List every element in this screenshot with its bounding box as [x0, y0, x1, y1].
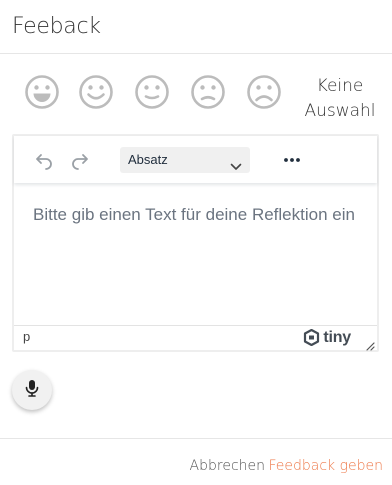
block-format-value: Absatz: [128, 152, 168, 167]
chevron-down-icon: [230, 155, 242, 181]
undo-icon[interactable]: [30, 146, 58, 174]
feedback-rating: Keine Auswahl: [14, 68, 392, 128]
very-happy-face-icon[interactable]: [22, 72, 62, 112]
dialog-title: Feeback: [12, 14, 101, 39]
dialog-header: Feeback: [0, 0, 392, 54]
no-selection-label-line2: Auswahl: [304, 101, 376, 121]
voice-input-button[interactable]: [12, 370, 52, 410]
tiny-branding[interactable]: tiny: [303, 329, 351, 346]
cancel-button[interactable]: Abbrechen: [190, 458, 265, 474]
block-format-select[interactable]: Absatz: [120, 147, 250, 173]
editor-toolbar: Absatz: [14, 136, 377, 183]
neutral-face-icon[interactable]: [132, 72, 172, 112]
very-sad-face-icon[interactable]: [244, 72, 284, 112]
submit-feedback-button[interactable]: Feedback geben: [268, 458, 383, 474]
tiny-logo-icon: [304, 329, 320, 346]
rich-text-editor: Absatz Bitte gib einen Text für deine Re…: [12, 134, 379, 352]
sad-face-icon[interactable]: [188, 72, 228, 112]
editor-placeholder[interactable]: Bitte gib einen Text für deine Reflektio…: [33, 202, 357, 227]
more-icon[interactable]: [278, 146, 306, 174]
no-selection-option[interactable]: Keine Auswahl: [302, 74, 378, 124]
editor-statusbar: p tiny: [14, 325, 377, 351]
redo-icon[interactable]: [66, 146, 94, 174]
dialog-footer: Abbrechen Feedback geben: [0, 438, 392, 485]
element-path[interactable]: p: [23, 329, 30, 344]
microphone-icon: [24, 379, 40, 402]
no-selection-label-line1: Keine: [316, 76, 364, 96]
resize-handle[interactable]: [365, 338, 375, 351]
tiny-brand-label: tiny: [323, 329, 351, 346]
happy-face-icon[interactable]: [76, 72, 116, 112]
